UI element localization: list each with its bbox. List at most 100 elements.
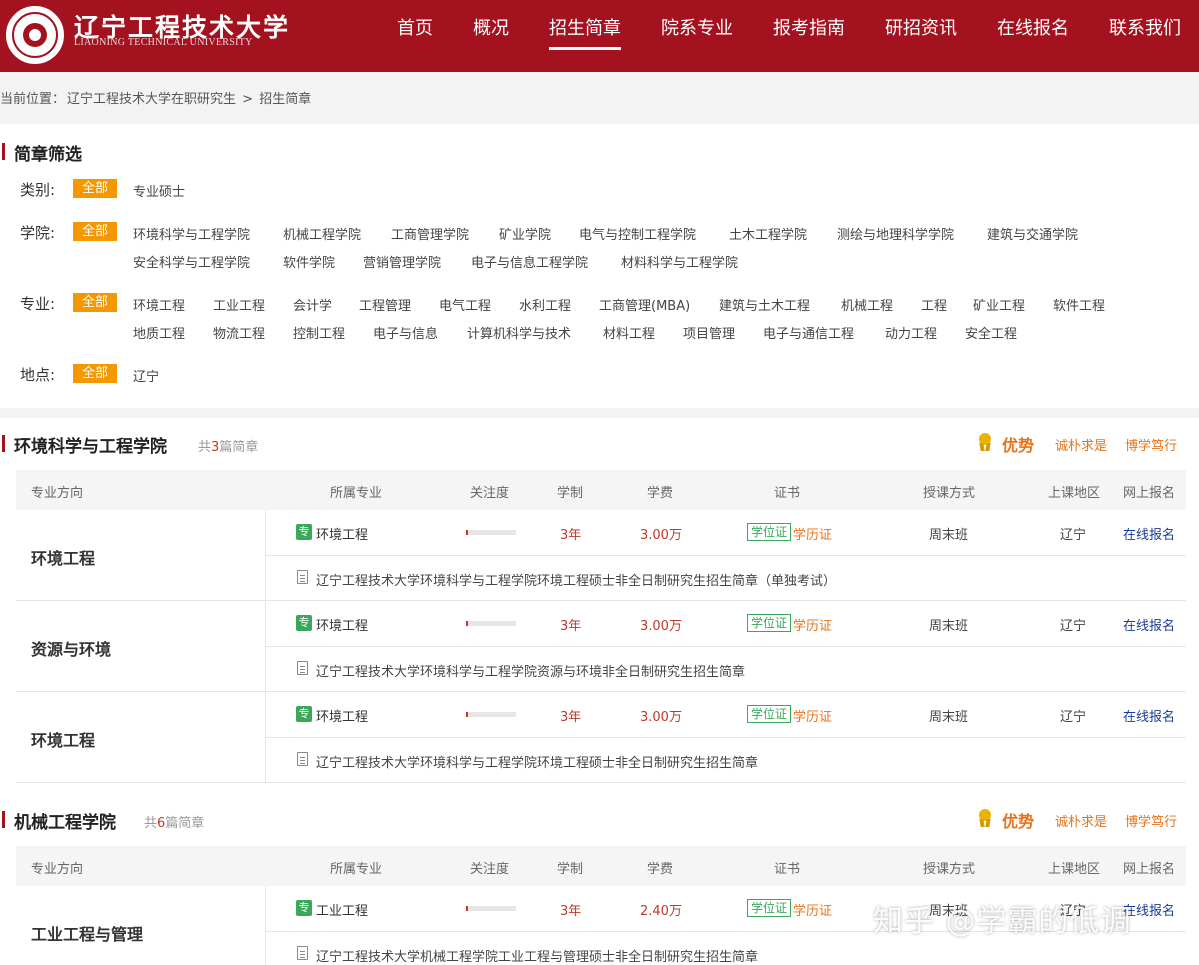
filter-college-option[interactable]: 材料科学与工程学院 [621, 252, 738, 271]
filter-major-option[interactable]: 水利工程 [519, 295, 571, 314]
filter-college-all[interactable]: 全部 [73, 222, 117, 241]
filter-major-option[interactable]: 工程 [921, 295, 947, 314]
filter-college-option[interactable]: 电子与信息工程学院 [471, 252, 588, 271]
filter-major-option[interactable]: 会计学 [293, 295, 332, 314]
filter-major-option[interactable]: 项目管理 [683, 323, 735, 342]
nav-apply-online[interactable]: 在线报名 [997, 14, 1069, 40]
table-header: 专业方向 所属专业 关注度 学制 学费 证书 授课方式 上课地区 网上报名 [16, 470, 1186, 510]
brochure-list-panel: 环境科学与工程学院 共3篇简章 优势 诚朴求是 博学笃行 专业方向 所属专业 关… [0, 418, 1199, 965]
th-direction: 专业方向 [31, 486, 84, 501]
professional-badge: 专 [296, 615, 312, 631]
teaching-mode: 周末班 [929, 619, 969, 634]
filter-location-all[interactable]: 全部 [73, 364, 117, 383]
fee: 3.00万 [640, 619, 682, 634]
filter-major-option[interactable]: 电气工程 [439, 295, 491, 314]
direction-name[interactable]: 环境工程 [31, 727, 95, 751]
th-region: 上课地区 [1048, 486, 1101, 501]
nav-contact[interactable]: 联系我们 [1109, 14, 1181, 40]
direction-name[interactable]: 环境工程 [31, 545, 95, 569]
breadcrumb-link-home[interactable]: 辽宁工程技术大学在职研究生 [67, 92, 236, 107]
university-logo-icon[interactable] [6, 6, 64, 64]
brand-name-en: LIAONING TECHNICAL UNIVERSITY [74, 37, 253, 48]
filter-major-all[interactable]: 全部 [73, 293, 117, 312]
th-apply: 网上报名 [1123, 486, 1176, 501]
filter-major-option[interactable]: 电子与通信工程 [763, 323, 854, 342]
filter-major-option[interactable]: 动力工程 [885, 323, 937, 342]
filter-major-option[interactable]: 矿业工程 [973, 295, 1025, 314]
filter-major-option[interactable]: 建筑与土木工程 [719, 295, 810, 314]
advantage-tag: 诚朴求是 [1055, 815, 1108, 830]
duration: 3年 [560, 619, 582, 634]
nav-home[interactable]: 首页 [397, 14, 433, 40]
filter-major-option[interactable]: 机械工程 [841, 295, 893, 314]
filter-college-option[interactable]: 环境科学与工程学院 [133, 224, 250, 243]
brochure-link[interactable]: 辽宁工程技术大学机械工程学院工业工程与管理硕士非全日制研究生招生简章 [316, 946, 758, 965]
nav-news[interactable]: 研招资讯 [885, 14, 957, 40]
th-duration: 学制 [557, 862, 584, 877]
document-icon [297, 752, 308, 766]
filter-college-option[interactable]: 土木工程学院 [729, 224, 807, 243]
filter-major-option[interactable]: 工业工程 [213, 295, 265, 314]
filter-location-label: 地点: [20, 366, 56, 384]
advantage-tag: 博学笃行 [1125, 815, 1178, 830]
filter-major-option[interactable]: 安全工程 [965, 323, 1017, 342]
major-name[interactable]: 环境工程 [316, 615, 368, 634]
apply-online-link[interactable]: 在线报名 [1123, 615, 1175, 634]
filter-college-option[interactable]: 测绘与地理科学学院 [837, 224, 954, 243]
th-mode: 授课方式 [923, 862, 976, 877]
th-major: 所属专业 [330, 486, 383, 501]
filter-major-option[interactable]: 工程管理 [359, 295, 411, 314]
major-name[interactable]: 环境工程 [316, 706, 368, 725]
th-certificate: 证书 [774, 486, 801, 501]
filter-major-option[interactable]: 地质工程 [133, 323, 185, 342]
nav-departments[interactable]: 院系专业 [661, 14, 733, 40]
filter-college-option[interactable]: 机械工程学院 [283, 224, 361, 243]
filter-major-option[interactable]: 计算机科学与技术 [467, 323, 571, 342]
apply-online-link[interactable]: 在线报名 [1123, 524, 1175, 543]
region: 辽宁 [1060, 710, 1087, 725]
degree-cert-badge: 学位证 [747, 523, 792, 541]
filter-major-option[interactable]: 环境工程 [133, 295, 185, 314]
filter-college-option[interactable]: 软件学院 [283, 252, 335, 271]
th-region: 上课地区 [1048, 862, 1101, 877]
filter-college-option[interactable]: 营销管理学院 [363, 252, 441, 271]
filter-category-all[interactable]: 全部 [73, 179, 117, 198]
direction-name[interactable]: 工业工程与管理 [31, 921, 143, 945]
filter-major-option[interactable]: 工商管理(MBA) [599, 295, 690, 314]
brochure-link[interactable]: 辽宁工程技术大学环境科学与工程学院资源与环境非全日制研究生招生简章 [316, 661, 745, 680]
nav-overview[interactable]: 概况 [473, 14, 509, 40]
apply-online-link[interactable]: 在线报名 [1123, 706, 1175, 725]
direction-name[interactable]: 资源与环境 [31, 636, 111, 660]
document-icon [297, 661, 308, 675]
brochure-link[interactable]: 辽宁工程技术大学环境科学与工程学院环境工程硕士非全日制研究生招生简章（单独考试） [316, 570, 836, 589]
section-title: 环境科学与工程学院 [0, 432, 167, 457]
major-name[interactable]: 环境工程 [316, 524, 368, 543]
filter-college-option[interactable]: 安全科学与工程学院 [133, 252, 250, 271]
major-name[interactable]: 工业工程 [316, 900, 368, 919]
filter-major-option[interactable]: 电子与信息 [373, 323, 438, 342]
education-cert: 学历证 [793, 710, 833, 725]
nav-brochures[interactable]: 招生简章 [549, 14, 621, 50]
th-major: 所属专业 [330, 862, 383, 877]
medal-icon [978, 433, 992, 451]
nav-guide[interactable]: 报考指南 [773, 14, 845, 40]
th-mode: 授课方式 [923, 486, 976, 501]
filter-major-option[interactable]: 软件工程 [1053, 295, 1105, 314]
popularity-bar [466, 712, 516, 717]
region: 辽宁 [1060, 619, 1087, 634]
filter-major-option[interactable]: 控制工程 [293, 323, 345, 342]
filter-college-option[interactable]: 工商管理学院 [391, 224, 469, 243]
filter-major-option[interactable]: 材料工程 [603, 323, 655, 342]
filter-college-option[interactable]: 矿业学院 [499, 224, 551, 243]
filter-college-option[interactable]: 电气与控制工程学院 [579, 224, 696, 243]
filter-location-option[interactable]: 辽宁 [133, 366, 159, 385]
filter-category-option[interactable]: 专业硕士 [133, 181, 185, 200]
brochure-link[interactable]: 辽宁工程技术大学环境科学与工程学院环境工程硕士非全日制研究生招生简章 [316, 752, 758, 771]
duration: 3年 [560, 710, 582, 725]
th-duration: 学制 [557, 486, 584, 501]
fee: 2.40万 [640, 904, 682, 919]
filter-college-option[interactable]: 建筑与交通学院 [987, 224, 1078, 243]
filter-major-option[interactable]: 物流工程 [213, 323, 265, 342]
professional-badge: 专 [296, 524, 312, 540]
th-fee: 学费 [647, 486, 674, 501]
